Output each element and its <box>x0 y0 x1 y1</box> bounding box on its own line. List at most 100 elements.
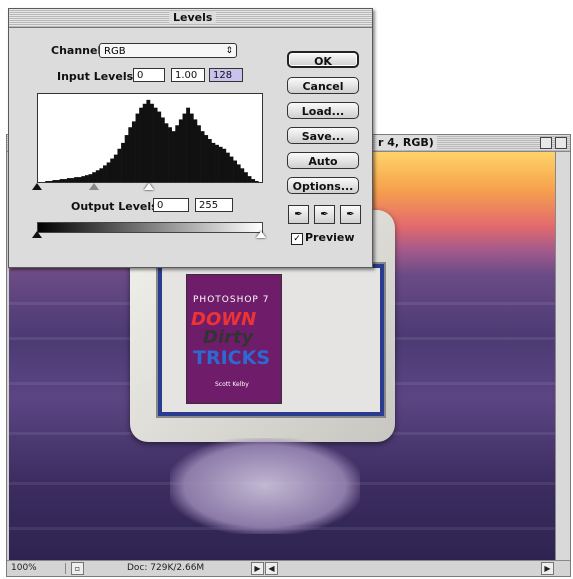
histogram-bar <box>200 131 205 182</box>
histogram-bar <box>171 131 176 182</box>
stepper-arrows-icon: ⇕ <box>225 46 233 56</box>
histogram-bar <box>84 175 89 182</box>
play-icon[interactable]: ▶ <box>251 562 264 575</box>
histogram-bar <box>56 180 60 182</box>
channel-value: RGB <box>104 46 126 57</box>
histogram-bar <box>193 119 198 182</box>
page-icon[interactable]: ▫ <box>71 562 84 575</box>
histogram-bar <box>215 144 219 182</box>
load-button[interactable]: Load... <box>287 102 359 119</box>
cancel-button[interactable]: Cancel <box>287 77 359 94</box>
channel-label: Channel: <box>51 44 106 57</box>
histogram-bar <box>135 113 140 182</box>
output-levels-label: Output Levels: <box>71 200 163 213</box>
scroll-right-icon[interactable]: ▶ <box>541 562 554 575</box>
histogram-bar <box>128 127 133 182</box>
input-black-field[interactable]: 0 <box>133 68 165 82</box>
book-series: PHOTOSHOP 7 <box>193 295 270 305</box>
book-word-tricks: TRICKS <box>193 347 271 369</box>
histogram-bar <box>66 178 71 182</box>
auto-button[interactable]: Auto <box>287 152 359 169</box>
document-title: r 4, RGB) <box>375 136 437 149</box>
histogram-bar <box>153 107 158 182</box>
histogram-bar <box>204 135 209 182</box>
histogram-bar <box>146 99 151 182</box>
histogram-bar <box>81 176 86 182</box>
scroll-left-icon[interactable]: ◀ <box>265 562 278 575</box>
input-levels-label: Input Levels: <box>57 70 138 83</box>
levels-dialog: Levels Channel: RGB ⇕ Input Levels: 0 1.… <box>8 8 373 268</box>
histogram-bar <box>229 156 234 182</box>
histogram <box>37 93 263 183</box>
channel-select[interactable]: RGB ⇕ <box>99 43 237 58</box>
histogram-bar <box>211 142 216 182</box>
options-button[interactable]: Options... <box>287 177 359 194</box>
ok-button[interactable]: OK <box>287 51 359 68</box>
zoom-level[interactable]: 100% <box>11 563 66 574</box>
histogram-bar <box>178 119 183 182</box>
white-eyedropper-icon[interactable]: ✒ <box>340 205 361 224</box>
histogram-bar <box>186 107 191 182</box>
input-gamma-field[interactable]: 1.00 <box>171 68 205 82</box>
gray-eyedropper-icon[interactable]: ✒ <box>314 205 335 224</box>
dialog-title: Levels <box>169 11 217 24</box>
input-white-field[interactable]: 128 <box>209 68 243 82</box>
histogram-bar <box>164 123 169 182</box>
document-size: Doc: 729K/2.66M <box>127 563 205 573</box>
input-gamma-slider[interactable] <box>89 183 99 190</box>
histogram-bar <box>92 172 97 182</box>
histogram-bar <box>175 125 180 182</box>
histogram-bar <box>160 117 165 182</box>
output-black-slider[interactable] <box>32 231 42 238</box>
histogram-bar <box>254 181 259 182</box>
histogram-bar <box>225 152 230 182</box>
output-white-slider[interactable] <box>256 231 266 238</box>
histogram-bar <box>207 138 212 182</box>
preview-label: Preview <box>305 231 355 244</box>
histogram-bar <box>117 148 122 182</box>
histogram-bar <box>63 179 68 182</box>
histogram-bar <box>52 180 57 182</box>
zoom-box-icon[interactable] <box>540 137 552 149</box>
book-author: Scott Kelby <box>215 381 249 388</box>
histogram-bar <box>236 164 241 182</box>
histogram-bar <box>70 178 75 182</box>
preview-checkbox[interactable]: ✓ <box>291 233 303 245</box>
vertical-scrollbar[interactable] <box>555 152 570 562</box>
histogram-bar <box>59 179 64 182</box>
histogram-bar <box>247 176 252 182</box>
output-black-field[interactable]: 0 <box>153 198 189 212</box>
input-white-slider[interactable] <box>144 183 154 190</box>
histogram-bar <box>157 111 162 182</box>
histogram-bar <box>95 170 100 182</box>
histogram-bar <box>99 168 104 182</box>
histogram-bar <box>182 113 187 182</box>
histogram-bar <box>196 125 201 182</box>
histogram-bar <box>110 158 115 182</box>
histogram-bar <box>168 127 172 182</box>
levels-titlebar[interactable]: Levels <box>9 9 372 28</box>
histogram-bar <box>233 160 238 182</box>
histogram-bar <box>74 177 79 182</box>
histogram-bar <box>243 172 248 182</box>
histogram-bar <box>88 174 93 182</box>
output-white-field[interactable]: 255 <box>195 198 233 212</box>
histogram-bar <box>113 154 118 182</box>
histogram-bar <box>139 107 144 182</box>
black-eyedropper-icon[interactable]: ✒ <box>288 205 309 224</box>
histogram-bar <box>150 103 154 182</box>
histogram-bar <box>218 146 223 182</box>
histogram-bar <box>240 168 245 182</box>
histogram-bar <box>222 148 227 182</box>
histogram-bar <box>131 121 136 182</box>
input-black-slider[interactable] <box>32 183 42 190</box>
monitor-screen: PHOTOSHOP 7 DOWN Dirty TRICKS Scott Kelb… <box>156 262 386 418</box>
histogram-bar <box>48 181 53 182</box>
histogram-bar <box>251 179 256 182</box>
book-cover: PHOTOSHOP 7 DOWN Dirty TRICKS Scott Kelb… <box>186 274 282 404</box>
collapse-box-icon[interactable] <box>555 137 567 149</box>
histogram-bar <box>189 113 194 182</box>
histogram-bar <box>124 135 129 182</box>
save-button[interactable]: Save... <box>287 127 359 144</box>
output-gradient <box>37 222 263 233</box>
